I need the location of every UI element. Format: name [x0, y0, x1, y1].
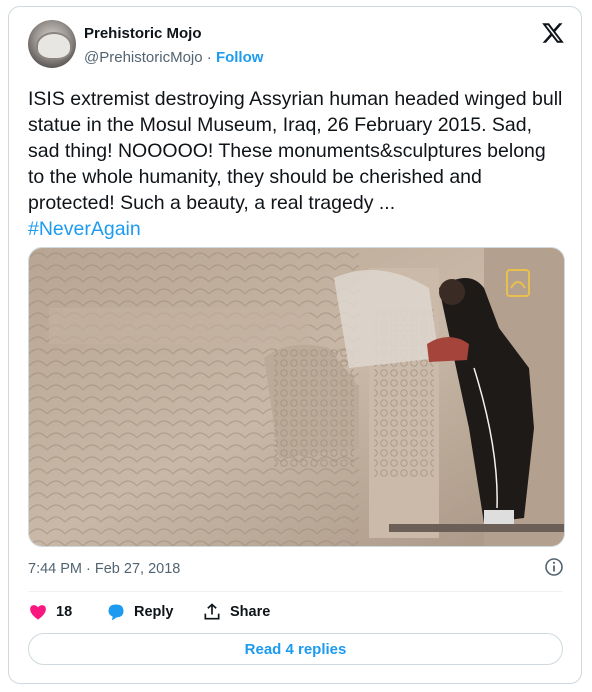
- hashtag-link[interactable]: #NeverAgain: [28, 218, 141, 240]
- reply-bubble-icon: [108, 604, 124, 621]
- tweet-body: ISIS extremist destroying Assyrian human…: [28, 88, 568, 214]
- like-button[interactable]: 18: [28, 600, 72, 624]
- author-avatar[interactable]: [28, 20, 76, 68]
- follow-button[interactable]: Follow: [216, 49, 264, 66]
- heart-icon: [30, 605, 46, 620]
- media-photo: [29, 248, 564, 546]
- author-handle-row: @PrehistoricMojo · Follow: [84, 49, 263, 66]
- like-count: 18: [56, 604, 73, 620]
- share-icon: [204, 603, 220, 620]
- tweet-card: Prehistoric Mojo @PrehistoricMojo · Foll…: [8, 6, 582, 684]
- separator-dot: ·: [206, 49, 212, 66]
- author-name[interactable]: Prehistoric Mojo: [84, 25, 202, 42]
- tweet-text-block: ISIS extremist destroying Assyrian human…: [28, 86, 563, 242]
- tweet-timestamp[interactable]: 7:44 PM · Feb 27, 2018: [28, 561, 180, 577]
- share-button[interactable]: Share: [202, 600, 270, 624]
- author-handle[interactable]: @PrehistoricMojo: [84, 49, 203, 66]
- reply-button[interactable]: Reply: [106, 600, 174, 624]
- reply-label: Reply: [134, 604, 174, 620]
- divider: [28, 591, 563, 592]
- skull-image: [36, 32, 72, 60]
- x-logo-icon[interactable]: [541, 21, 565, 45]
- tweet-media[interactable]: [28, 247, 565, 547]
- share-label: Share: [230, 604, 271, 620]
- read-replies-button[interactable]: Read 4 replies: [28, 633, 563, 665]
- info-icon[interactable]: [544, 557, 564, 577]
